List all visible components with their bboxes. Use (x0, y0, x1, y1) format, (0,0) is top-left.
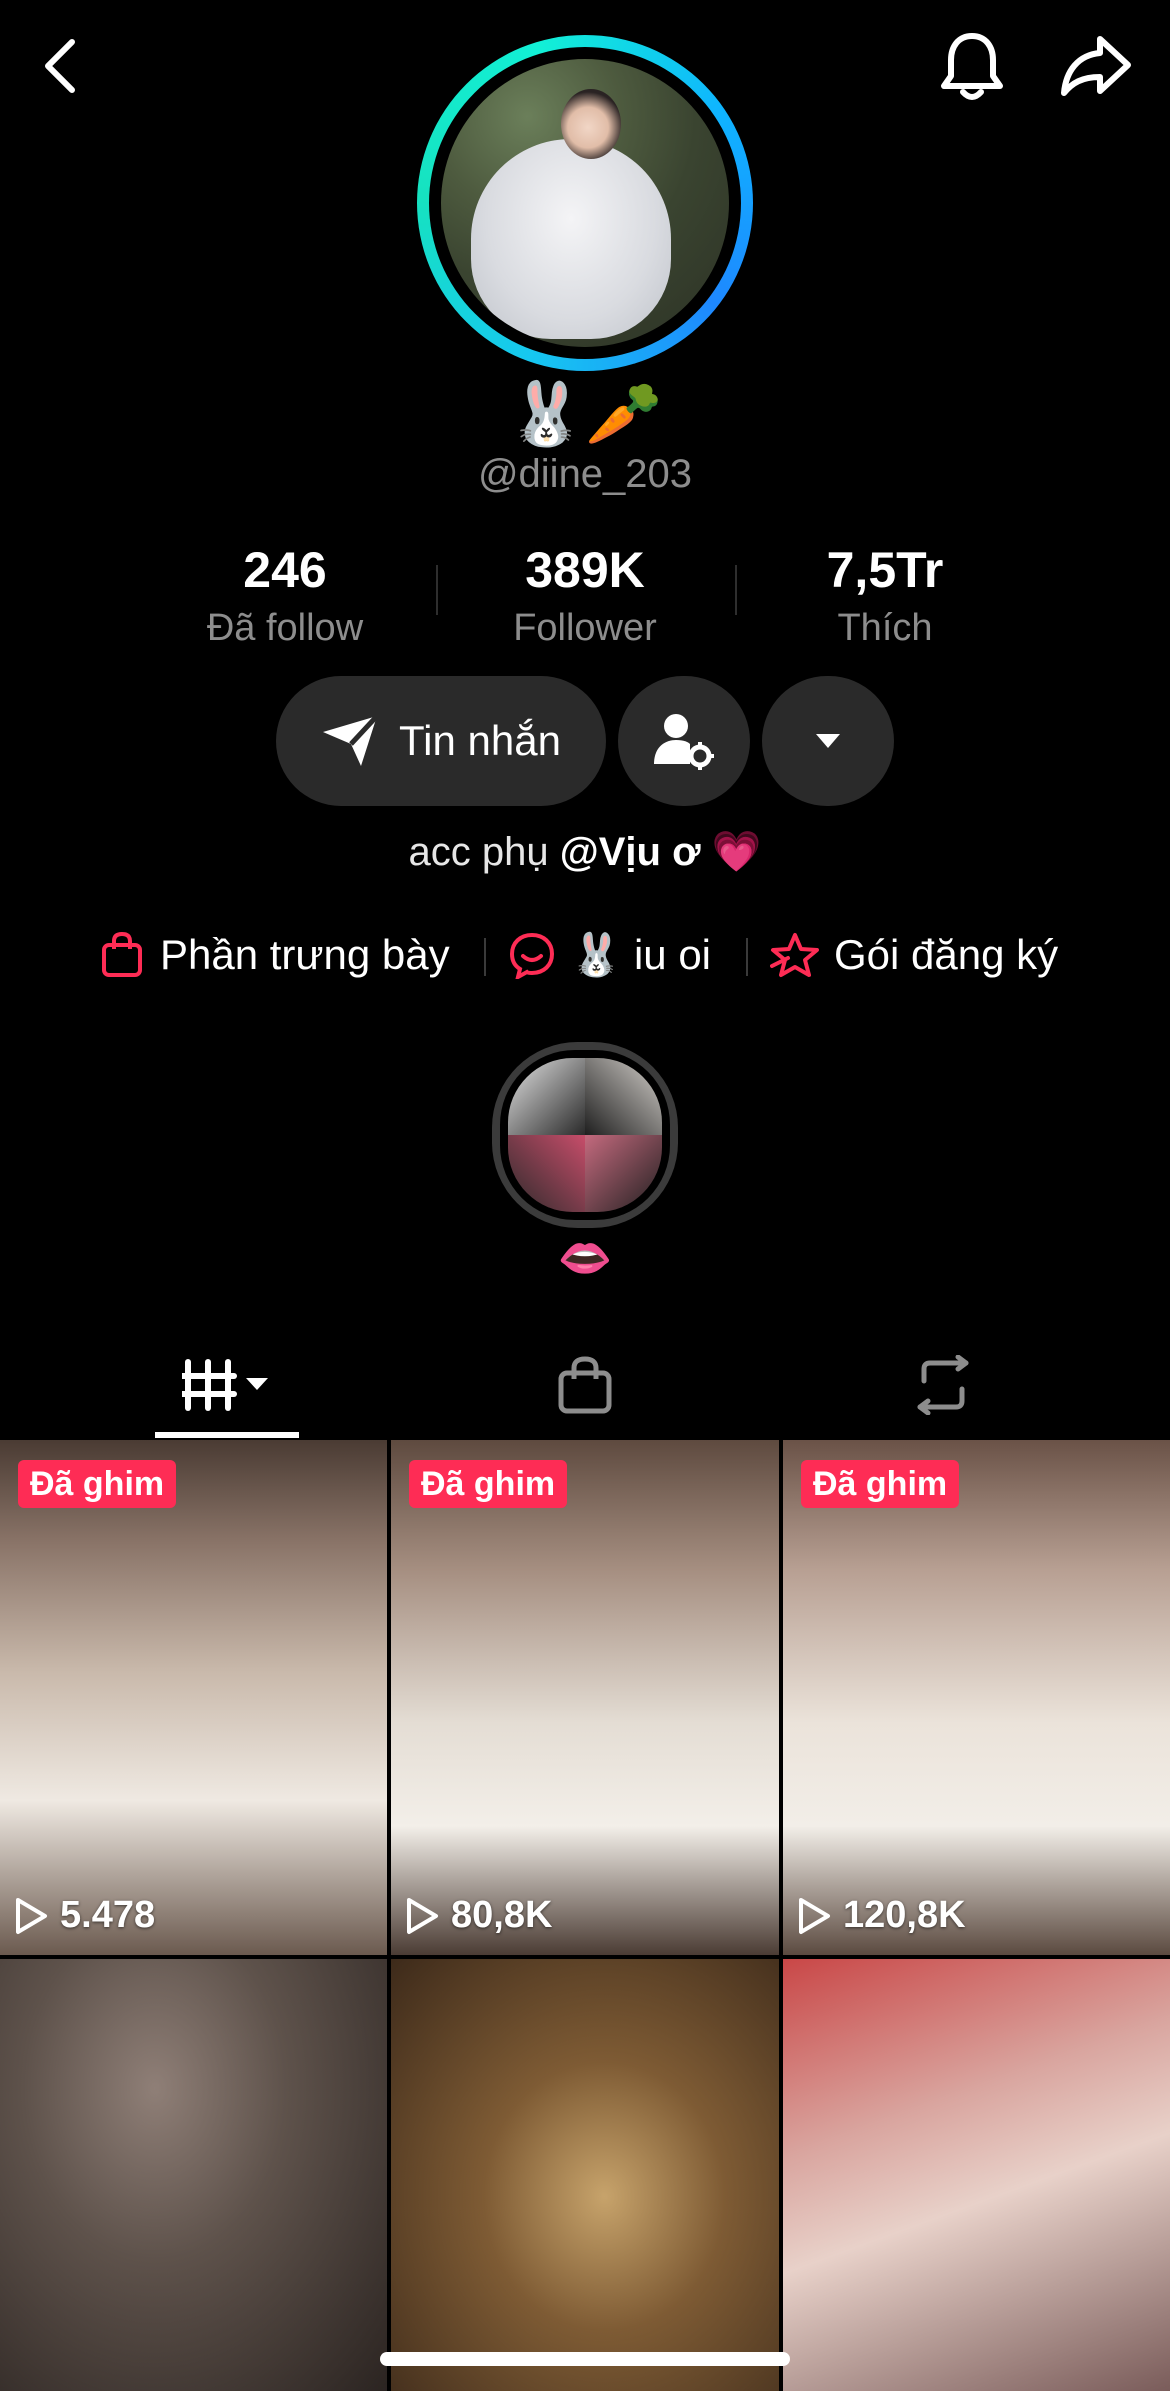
notification-bell-button[interactable] (932, 24, 1012, 108)
view-count-value: 80,8K (451, 1894, 553, 1936)
active-tab-indicator (155, 1432, 299, 1438)
stat-likes-label: Thích (837, 607, 933, 649)
subscription-link-label: Gói đăng ký (834, 931, 1059, 978)
group-chat-link[interactable]: 🐰 iu oi (508, 920, 711, 990)
stat-divider (735, 565, 737, 615)
send-icon (323, 714, 379, 766)
showcase-link[interactable]: Phần trưng bày (100, 920, 450, 990)
video-thumbnail[interactable] (783, 1959, 1170, 2391)
repost-icon (917, 1355, 969, 1415)
avatar-story-ring[interactable] (417, 35, 753, 371)
video-grid: Đã ghim 5.478 Đã ghim 80,8K Đã ghim 120,… (0, 1440, 1170, 2391)
share-arrow-icon (1061, 36, 1131, 96)
view-count: 120,8K (797, 1894, 966, 1937)
bag-icon (558, 1356, 612, 1414)
bio-mention-link[interactable]: @Vịu ơ (560, 830, 701, 874)
play-icon (799, 1897, 830, 1934)
stat-followers[interactable]: 389K Follower (455, 535, 715, 651)
shopping-bag-icon (102, 931, 142, 977)
back-button[interactable] (28, 28, 92, 104)
chat-group-icon (509, 932, 555, 979)
bio-text: acc phụ (408, 830, 560, 874)
stat-followers-value: 389K (525, 542, 645, 598)
view-count-value: 120,8K (843, 1894, 966, 1936)
play-icon (407, 1897, 438, 1934)
tab-videos[interactable] (155, 1330, 299, 1440)
video-thumbnail[interactable]: Đã ghim 80,8K (391, 1440, 779, 1955)
link-divider (484, 938, 486, 976)
tab-shop[interactable] (530, 1330, 640, 1440)
story-highlight[interactable] (492, 1042, 678, 1228)
message-button-label: Tin nhắn (399, 717, 561, 764)
profile-stats: 246 Đã follow 389K Follower 7,5Tr Thích (0, 535, 1170, 649)
pinned-badge: Đã ghim (409, 1460, 568, 1508)
view-count: 80,8K (405, 1894, 552, 1937)
grid-icon (182, 1359, 268, 1411)
stat-following-value: 246 (243, 542, 327, 598)
home-indicator[interactable] (380, 2352, 790, 2366)
stat-following[interactable]: 246 Đã follow (155, 535, 415, 651)
pinned-badge: Đã ghim (18, 1460, 177, 1508)
tab-reposts[interactable] (888, 1330, 998, 1440)
video-thumbnail[interactable]: Đã ghim 120,8K (783, 1440, 1170, 1955)
message-button[interactable]: Tin nhắn (276, 676, 606, 806)
subscription-link[interactable]: Gói đăng ký (770, 920, 1058, 990)
stat-divider (436, 565, 438, 615)
friend-settings-button[interactable] (618, 676, 750, 806)
chevron-left-icon (45, 39, 75, 93)
video-thumbnail[interactable] (0, 1959, 387, 2391)
caret-down-icon (816, 734, 840, 748)
profile-links: Phần trưng bày 🐰 iu oi Gói đăng ký (0, 920, 1170, 990)
bell-icon (941, 33, 1003, 100)
showcase-link-label: Phần trưng bày (160, 931, 450, 978)
stat-following-label: Đã follow (206, 607, 364, 649)
bio-emoji: 💗 (711, 830, 762, 874)
stat-likes-value: 7,5Tr (826, 542, 944, 598)
story-highlight-cover (508, 1058, 662, 1212)
content-tabs (0, 1330, 1170, 1440)
video-thumbnail[interactable] (391, 1959, 779, 2391)
play-icon (16, 1897, 47, 1934)
stat-followers-label: Follower (513, 607, 657, 649)
stat-likes[interactable]: 7,5Tr Thích (755, 535, 1015, 651)
link-divider (746, 938, 748, 976)
video-thumbnail[interactable]: Đã ghim 5.478 (0, 1440, 387, 1955)
share-button[interactable] (1052, 24, 1140, 108)
profile-actions: Tin nhắn (0, 676, 1170, 806)
display-name: 🐰🥕 (507, 380, 663, 449)
view-count-value: 5.478 (60, 1894, 156, 1936)
avatar (441, 59, 729, 347)
username: @diine_203 (477, 452, 693, 496)
view-count: 5.478 (14, 1894, 155, 1937)
pinned-badge: Đã ghim (801, 1460, 960, 1508)
more-dropdown-button[interactable] (762, 676, 894, 806)
story-highlight-label: 👄 (557, 1234, 613, 1283)
subscription-star-icon (770, 933, 819, 977)
bio: acc phụ @Vịu ơ 💗 (0, 828, 1170, 875)
group-chat-link-label: 🐰 iu oi (570, 930, 712, 978)
user-settings-icon (654, 714, 714, 770)
